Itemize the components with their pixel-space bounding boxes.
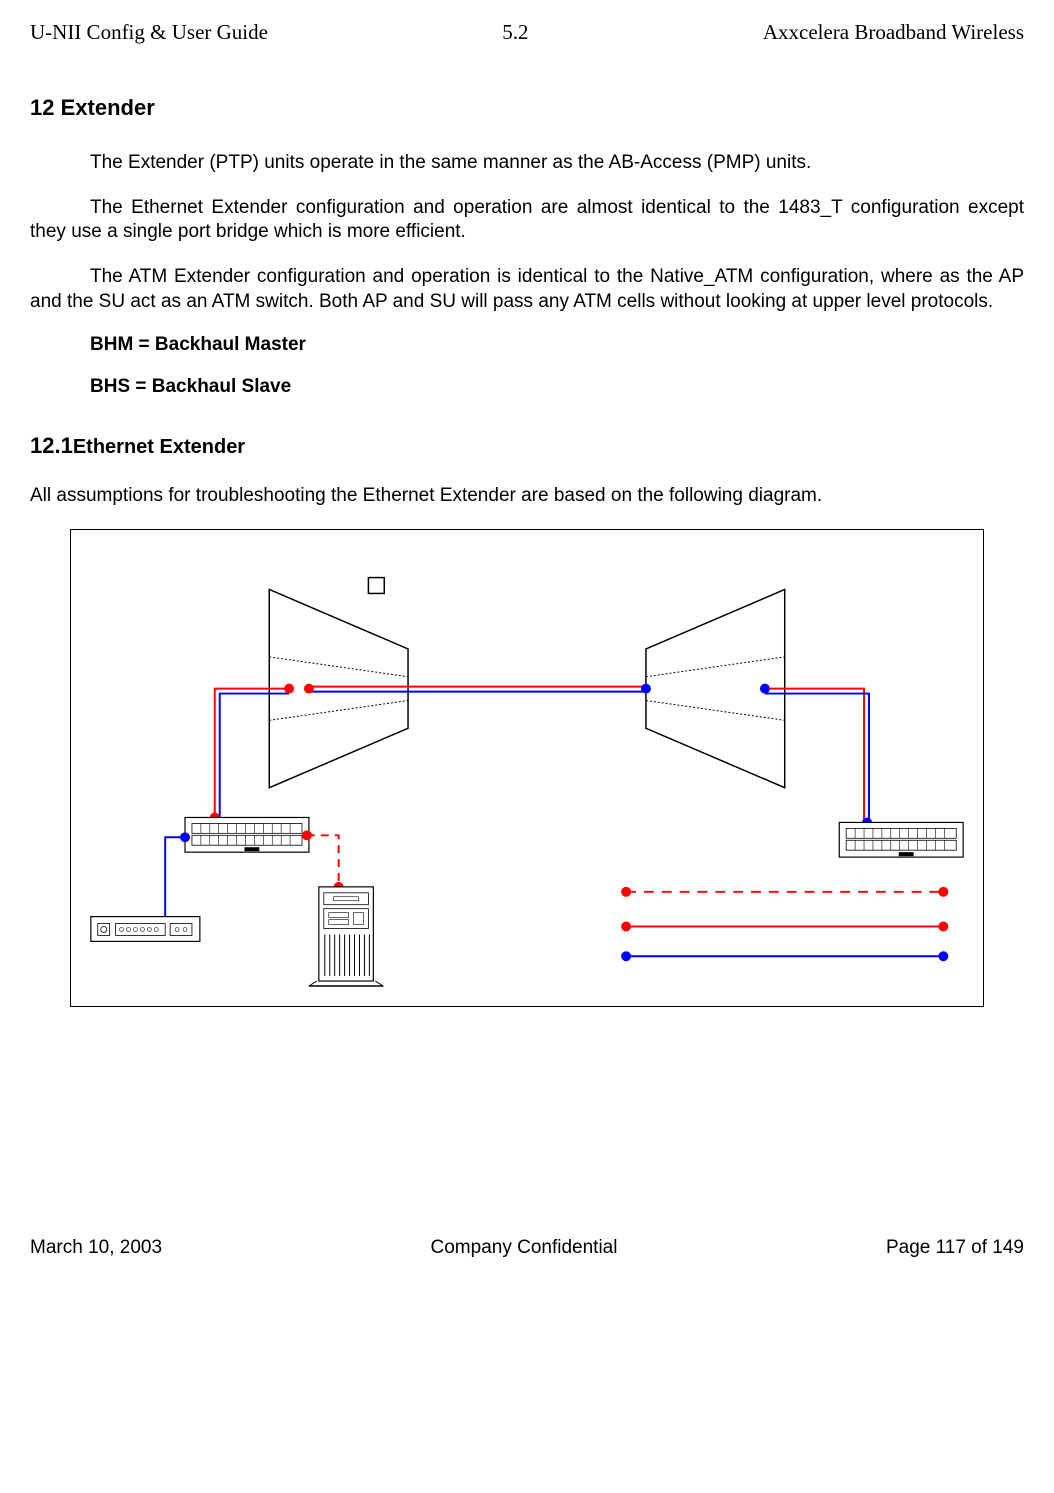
header-right: Axxcelera Broadband Wireless [763,20,1024,45]
footer-center: Company Confidential [431,1237,618,1259]
definition-bhs: BHS = Backhaul Slave [90,376,1024,398]
router-icon [91,917,200,942]
definition-bhm: BHM = Backhaul Master [90,334,1024,356]
subsection-number: 12.1 [30,433,73,458]
legend [621,887,948,961]
page-header: U-NII Config & User Guide 5.2 Axxcelera … [30,20,1024,45]
subsection-heading: 12.1Ethernet Extender [30,433,1024,459]
left-antenna-icon [269,578,408,788]
paragraph-2: The Ethernet Extender configuration and … [30,196,1024,245]
left-switch-to-pc-dashed [307,835,339,887]
network-diagram-svg [71,530,983,1006]
footer-left: March 10, 2003 [30,1237,162,1259]
section-heading: 12 Extender [30,95,1024,121]
right-switch-icon [839,823,963,858]
paragraph-1: The Extender (PTP) units operate in the … [30,151,1024,176]
left-switch-icon [185,818,309,853]
section-title: Extender [61,95,155,121]
header-center: 5.2 [502,20,528,45]
diagram-caption: All assumptions for troubleshooting the … [30,484,1024,509]
subsection-title: Ethernet Extender [73,436,245,458]
header-left: U-NII Config & User Guide [30,20,268,45]
section-number: 12 [30,95,54,121]
footer-right: Page 117 of 149 [886,1237,1024,1259]
left-switch-to-router-blue [126,837,185,921]
ethernet-extender-diagram [70,529,984,1007]
computer-tower-icon [309,887,383,986]
paragraph-3: The ATM Extender configuration and opera… [30,265,1024,314]
page-footer: March 10, 2003 Company Confidential Page… [30,1237,1024,1259]
